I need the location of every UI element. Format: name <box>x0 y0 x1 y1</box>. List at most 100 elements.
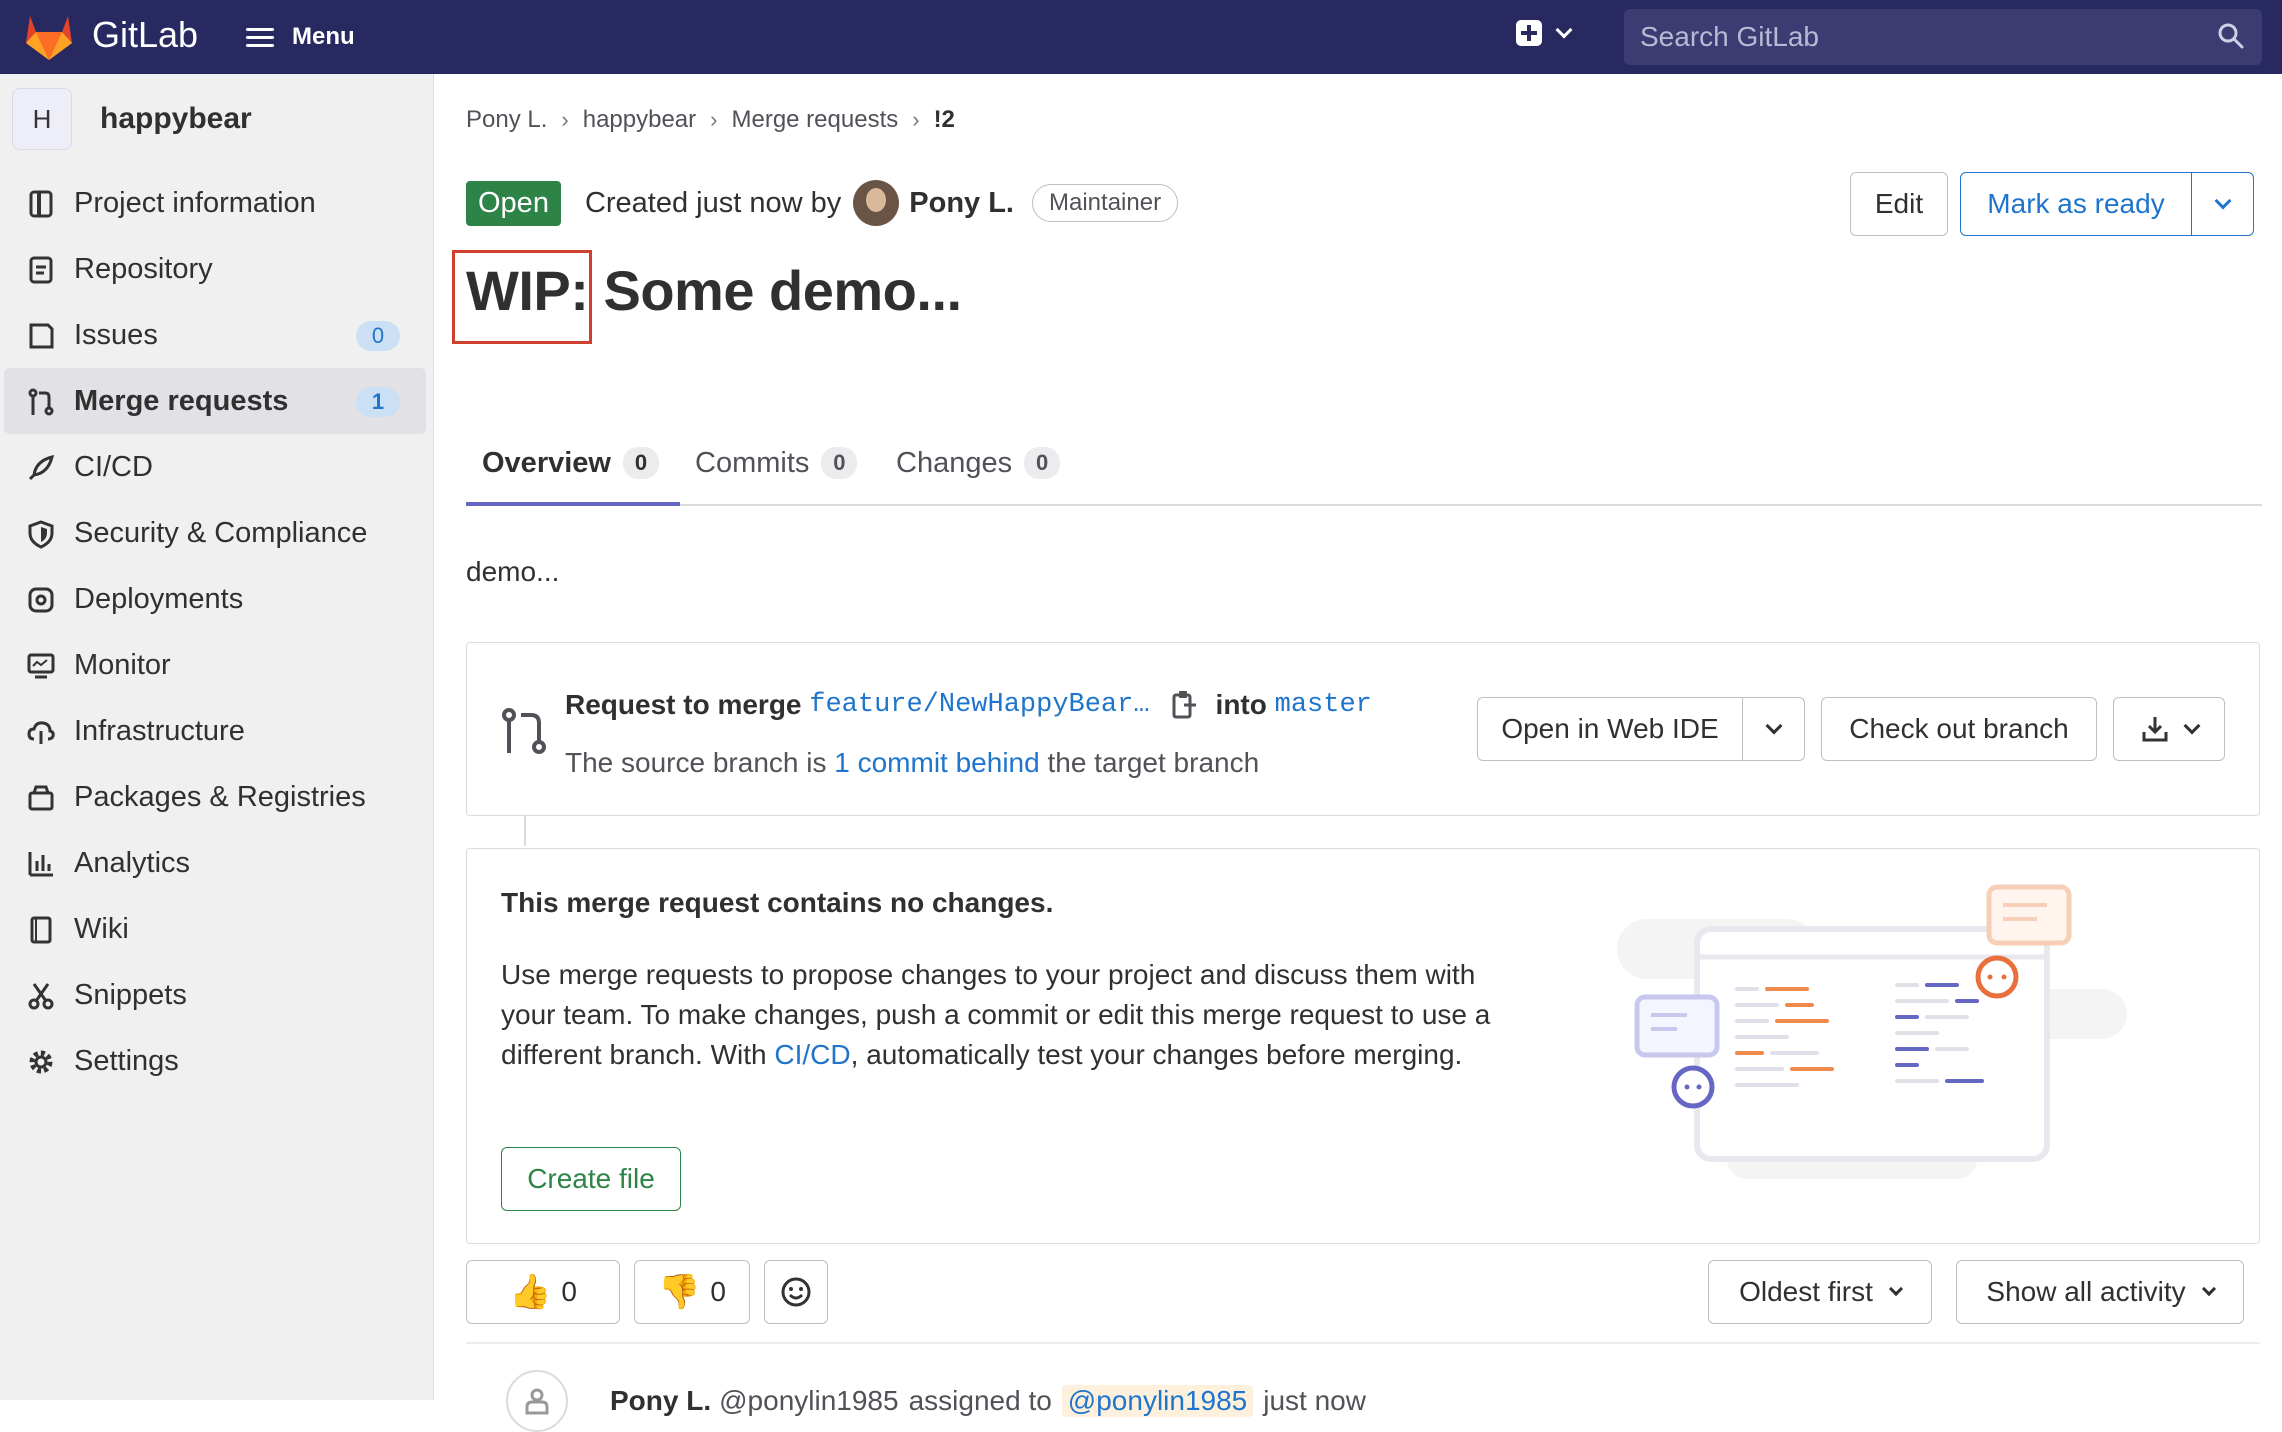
tab-label: Changes <box>896 446 1013 479</box>
menu-label: Menu <box>292 23 355 50</box>
sidebar-item-label: Analytics <box>74 846 191 879</box>
plus-icon <box>1516 20 1542 46</box>
document-icon <box>29 256 53 284</box>
target-branch-link[interactable]: master <box>1275 690 1372 720</box>
status-badge: Open <box>466 180 561 226</box>
status-pre: The source branch is <box>565 747 827 778</box>
tab-changes[interactable]: Changes 0 <box>896 420 1061 506</box>
chevron-down-icon <box>1888 1281 1903 1297</box>
body-text: , automatically test your changes before… <box>850 1039 1463 1070</box>
tab-commits[interactable]: Commits 0 <box>695 420 858 506</box>
sidebar-item-label: Packages & Registries <box>74 780 366 813</box>
sidebar-item-deployments[interactable]: Deployments <box>0 566 434 632</box>
copy-icon[interactable] <box>1170 689 1198 721</box>
sidebar: H happybear Project information Reposito… <box>0 74 434 1400</box>
search-input[interactable] <box>1640 21 2200 53</box>
avatar[interactable] <box>853 180 900 226</box>
gitlab-logo-icon[interactable] <box>22 10 76 62</box>
sidebar-item-monitor[interactable]: Monitor <box>0 632 434 698</box>
cloud-icon <box>27 721 55 744</box>
empty-state-body: Use merge requests to propose changes to… <box>501 955 1521 1075</box>
activity-author[interactable]: Pony L. <box>610 1385 711 1417</box>
breadcrumb-user[interactable]: Pony L. <box>466 106 547 134</box>
sidebar-item-snippets[interactable]: Snippets <box>0 962 434 1028</box>
breadcrumb-project[interactable]: happybear <box>583 106 696 134</box>
activity-action: assigned to <box>908 1385 1052 1416</box>
sidebar-item-label: CI/CD <box>74 450 153 483</box>
sidebar-item-label: Settings <box>74 1044 179 1077</box>
sidebar-item-label: Merge requests <box>74 384 289 417</box>
source-branch-link[interactable]: feature/NewHappyBear… <box>809 690 1149 720</box>
monitor-icon <box>27 653 55 679</box>
role-badge: Maintainer <box>1032 184 1179 222</box>
empty-state-illustration <box>1617 884 2127 1179</box>
activity-item: Pony L. @ponylin1985 assigned to @ponyli… <box>506 1370 1366 1432</box>
edit-button[interactable]: Edit <box>1850 172 1948 236</box>
activity-sort-controls: Oldest first Show all activity <box>1708 1260 2244 1324</box>
tab-label: Overview <box>482 446 611 479</box>
sidebar-item-cicd[interactable]: CI/CD <box>0 434 434 500</box>
top-navbar: GitLab Menu <box>0 0 2282 74</box>
menu-button[interactable]: Menu <box>246 16 355 58</box>
chart-icon <box>28 852 53 877</box>
open-web-ide-button[interactable]: Open in Web IDE <box>1477 697 1743 761</box>
activity-filter-dropdown[interactable]: Show all activity <box>1956 1260 2244 1324</box>
sidebar-item-repository[interactable]: Repository <box>0 236 434 302</box>
mark-as-ready-button[interactable]: Mark as ready <box>1960 172 2192 236</box>
into-label: into <box>1215 689 1267 720</box>
new-dropdown-button[interactable] <box>1516 20 1573 46</box>
sidebar-item-issues[interactable]: Issues 0 <box>0 302 434 368</box>
package-icon <box>28 785 54 811</box>
issues-count-badge: 0 <box>356 321 400 351</box>
sort-order-label: Oldest first <box>1739 1276 1873 1307</box>
download-dropdown[interactable] <box>2113 697 2225 761</box>
title-text: Some demo... <box>588 259 962 322</box>
brand-name[interactable]: GitLab <box>92 14 198 56</box>
web-ide-dropdown[interactable] <box>1743 697 1805 761</box>
sidebar-item-settings[interactable]: Settings <box>0 1028 434 1094</box>
thumbs-up-button[interactable]: 👍 0 <box>466 1260 620 1324</box>
check-out-branch-button[interactable]: Check out branch <box>1821 697 2097 761</box>
tab-count: 0 <box>821 447 858 479</box>
sidebar-nav: Project information Repository Issues 0 … <box>0 170 434 1094</box>
chevron-down-icon <box>2183 717 2201 735</box>
activity-handle[interactable]: @ponylin1985 <box>719 1385 898 1417</box>
cicd-link[interactable]: CI/CD <box>774 1039 850 1070</box>
branch-status: The source branch is 1 commit behind the… <box>565 747 1259 779</box>
sidebar-item-security-compliance[interactable]: Security & Compliance <box>0 500 434 566</box>
sidebar-item-packages-registries[interactable]: Packages & Registries <box>0 764 434 830</box>
book-icon <box>30 916 52 944</box>
sidebar-project[interactable]: H happybear <box>12 88 252 150</box>
thumbs-down-icon: 👎 <box>658 1273 701 1311</box>
tab-overview[interactable]: Overview 0 <box>482 420 659 506</box>
chevron-right-icon: › <box>710 107 718 132</box>
user-mention-link[interactable]: @ponylin1985 <box>1061 1385 1254 1417</box>
commits-behind-link[interactable]: 1 commit behind <box>834 747 1039 778</box>
sidebar-item-wiki[interactable]: Wiki <box>0 896 434 962</box>
thumbs-down-count: 0 <box>710 1276 726 1307</box>
merge-request-icon <box>502 708 546 754</box>
sidebar-item-infrastructure[interactable]: Infrastructure <box>0 698 434 764</box>
author-name[interactable]: Pony L. <box>909 187 1014 220</box>
breadcrumb-merge-requests[interactable]: Merge requests <box>731 106 898 134</box>
sort-order-dropdown[interactable]: Oldest first <box>1708 1260 1932 1324</box>
sidebar-item-label: Wiki <box>74 912 129 945</box>
project-avatar: H <box>12 88 72 150</box>
sidebar-item-label: Security & Compliance <box>74 516 368 549</box>
sidebar-item-label: Issues <box>74 318 158 351</box>
active-tab-indicator <box>466 502 680 506</box>
mark-as-ready-dropdown[interactable] <box>2192 172 2254 236</box>
highlight-box <box>452 250 592 344</box>
shield-icon <box>28 520 54 549</box>
create-file-button[interactable]: Create file <box>501 1147 681 1211</box>
project-name: happybear <box>100 102 252 135</box>
add-reaction-button[interactable] <box>764 1260 828 1324</box>
sidebar-item-project-information[interactable]: Project information <box>0 170 434 236</box>
breadcrumb: Pony L. › happybear › Merge requests › !… <box>466 106 955 134</box>
chevron-down-icon <box>2201 1281 2216 1297</box>
widget-connector <box>524 816 526 846</box>
sidebar-item-merge-requests[interactable]: Merge requests 1 <box>4 368 426 434</box>
sidebar-item-analytics[interactable]: Analytics <box>0 830 434 896</box>
breadcrumb-current[interactable]: !2 <box>934 106 955 134</box>
thumbs-down-button[interactable]: 👎 0 <box>634 1260 750 1324</box>
